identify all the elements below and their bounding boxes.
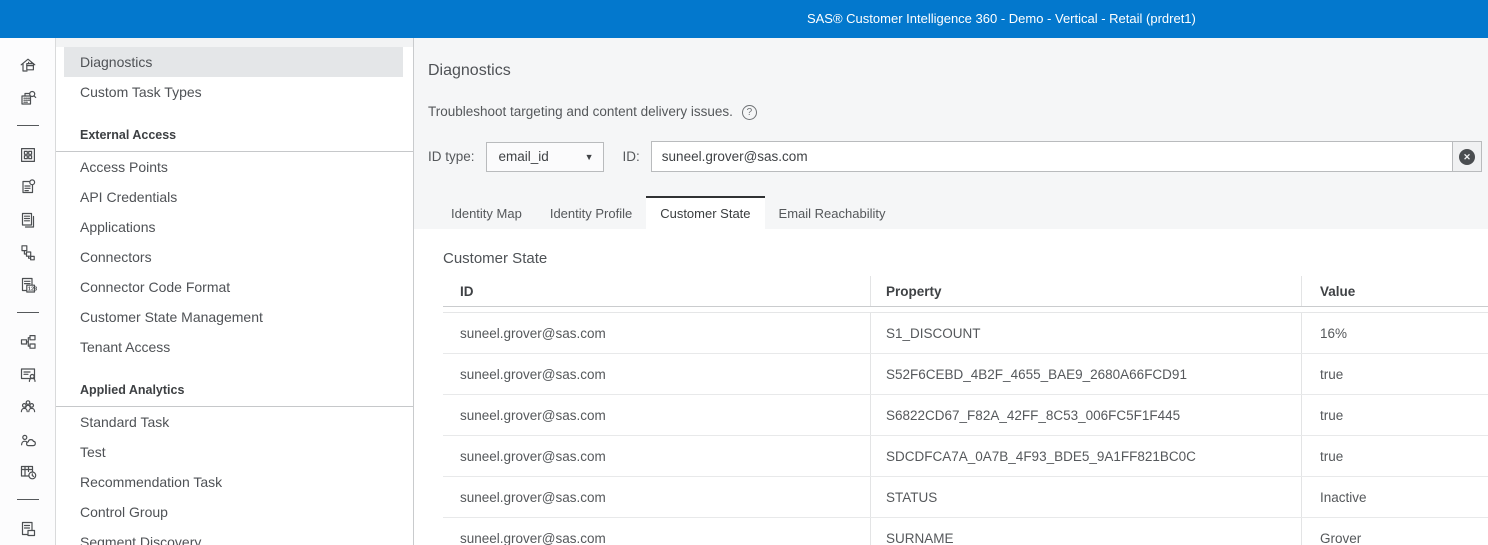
app-shell: 123 Diagnostics Custom Task Types External…: [0, 38, 1488, 545]
page-subtitle: Troubleshoot targeting and content deliv…: [428, 104, 733, 119]
sidebar-item-connectors[interactable]: Connectors: [64, 242, 403, 272]
pages-123-icon[interactable]: 123: [0, 269, 55, 302]
rail-divider: [16, 499, 39, 501]
main-header-area: Diagnostics Troubleshoot targeting and c…: [414, 38, 1488, 229]
sidebar-item-applications[interactable]: Applications: [64, 212, 403, 242]
cell-id: suneel.grover@sas.com: [443, 477, 871, 517]
sidebar-item-connector-code-format[interactable]: Connector Code Format: [64, 272, 403, 302]
app-title: SAS® Customer Intelligence 360 - Demo - …: [806, 11, 1196, 26]
sidebar-item-recommendation-task[interactable]: Recommendation Task: [64, 467, 403, 497]
svg-text:123: 123: [27, 286, 36, 292]
building-search-icon[interactable]: [0, 82, 55, 115]
chevron-down-icon: ▼: [584, 151, 594, 162]
sidebar-item-control-group[interactable]: Control Group: [64, 497, 403, 527]
cell-id: suneel.grover@sas.com: [443, 313, 871, 353]
section-title: Customer State: [443, 250, 548, 267]
table-row: suneel.grover@sas.com S1_DISCOUNT 16%: [443, 313, 1488, 354]
sitemap-icon[interactable]: [0, 325, 55, 358]
sidebar-item-segment-discovery[interactable]: Segment Discovery: [64, 527, 403, 545]
home-icon[interactable]: [0, 49, 55, 82]
icon-rail: 123: [0, 38, 56, 545]
customer-state-table: ID Property Value suneel.grover@sas.com S1_…: [443, 276, 1488, 545]
table-row: suneel.grover@sas.com S6822CD67_F82A_42FF…: [443, 395, 1488, 436]
table-clock-icon[interactable]: [0, 456, 55, 489]
column-header-property: Property: [871, 276, 1302, 306]
tab-content: Customer State ID Property Value suneel.gr…: [414, 229, 1488, 545]
rail-divider: [16, 125, 39, 127]
sidebar-item-test[interactable]: Test: [64, 437, 403, 467]
rail-divider: [16, 312, 39, 314]
table-row: suneel.grover@sas.com SURNAME Grover: [443, 518, 1488, 545]
sidebar-items: Diagnostics Custom Task Types External Acc…: [56, 47, 413, 545]
sidebar-section-external-access: External Access: [56, 120, 413, 152]
tab-identity-map[interactable]: Identity Map: [437, 196, 536, 229]
sidebar-item-standard-task[interactable]: Standard Task: [64, 407, 403, 437]
sidebar-section-label: Applied Analytics: [80, 383, 185, 397]
cell-property: S1_DISCOUNT: [871, 313, 1302, 353]
id-type-label: ID type:: [428, 149, 475, 164]
documents-icon[interactable]: [0, 203, 55, 236]
person-cloud-icon[interactable]: [0, 423, 55, 456]
cell-property: SDCDFCA7A_0A7B_4F93_BDE5_9A1FF821BC0C: [871, 436, 1302, 476]
sidebar-item-api-credentials[interactable]: API Credentials: [64, 182, 403, 212]
sidebar-item-tenant-access[interactable]: Tenant Access: [64, 332, 403, 362]
tab-identity-profile[interactable]: Identity Profile: [536, 196, 646, 229]
cell-id: suneel.grover@sas.com: [443, 518, 871, 545]
cell-value: 16%: [1320, 325, 1348, 341]
sidebar-section-label: External Access: [80, 128, 177, 142]
sidebar-item-access-points[interactable]: Access Points: [64, 152, 403, 182]
column-header-value: Value: [1320, 283, 1356, 299]
people-icon[interactable]: [0, 391, 55, 424]
admin-sidebar: Diagnostics Custom Task Types External Acc…: [56, 38, 414, 545]
cell-property: S52F6CEBD_4B2F_4655_BAE9_2680A66FCD91: [871, 354, 1302, 394]
id-type-value: email_id: [498, 149, 549, 164]
clear-icon: ✕: [1459, 148, 1475, 165]
page-subtitle-row: Troubleshoot targeting and content deliv…: [428, 103, 1482, 121]
id-lookup-row: ID type: email_id ▼ ID: ✕: [428, 141, 1482, 172]
tab-email-reachability[interactable]: Email Reachability: [765, 196, 900, 229]
cell-property: STATUS: [871, 477, 1302, 517]
table-body: suneel.grover@sas.com S1_DISCOUNT 16% sunee…: [443, 313, 1488, 545]
sidebar-item-customer-state-management[interactable]: Customer State Management: [64, 302, 403, 332]
table-row: suneel.grover@sas.com SDCDFCA7A_0A7B_4F93…: [443, 436, 1488, 477]
cell-value: true: [1320, 448, 1344, 464]
id-type-dropdown[interactable]: email_id ▼: [485, 141, 604, 172]
tab-customer-state[interactable]: Customer State: [646, 196, 765, 229]
card-person-icon[interactable]: [0, 358, 55, 391]
diagnostics-tabs: Identity Map Identity Profile Customer Sta…: [428, 196, 1482, 229]
document-flag-icon[interactable]: [0, 512, 55, 545]
sidebar-item-diagnostics[interactable]: Diagnostics: [64, 47, 403, 77]
id-label: ID:: [622, 149, 640, 164]
app-top-bar: SAS® Customer Intelligence 360 - Demo - …: [0, 0, 1488, 38]
cell-id: suneel.grover@sas.com: [443, 395, 871, 435]
cell-property: S6822CD67_F82A_42FF_8C53_006FC5F1F445: [871, 395, 1302, 435]
cell-value: Inactive: [1320, 489, 1367, 505]
cell-property: SURNAME: [871, 518, 1302, 545]
page-title: Diagnostics: [428, 62, 511, 79]
table-row: suneel.grover@sas.com S52F6CEBD_4B2F_4655…: [443, 354, 1488, 395]
table-row: suneel.grover@sas.com STATUS Inactive: [443, 477, 1488, 518]
table-header-row: ID Property Value: [443, 276, 1488, 307]
hierarchy-icon[interactable]: [0, 236, 55, 269]
task-badge-icon[interactable]: [0, 171, 55, 204]
sidebar-section-applied-analytics: Applied Analytics: [56, 375, 413, 407]
help-icon[interactable]: ?: [741, 104, 757, 120]
cell-id: suneel.grover@sas.com: [443, 354, 871, 394]
cell-value: Grover: [1320, 530, 1362, 545]
sidebar-top-strip: [56, 38, 413, 47]
grid-icon[interactable]: [0, 138, 55, 171]
id-input[interactable]: [650, 141, 1452, 172]
main-panel: Diagnostics Troubleshoot targeting and c…: [414, 38, 1488, 545]
sidebar-item-custom-task-types[interactable]: Custom Task Types: [64, 77, 403, 107]
cell-value: true: [1320, 407, 1344, 423]
column-header-id: ID: [443, 276, 871, 306]
cell-id: suneel.grover@sas.com: [443, 436, 871, 476]
clear-id-button[interactable]: ✕: [1452, 141, 1482, 172]
cell-value: true: [1320, 366, 1344, 382]
